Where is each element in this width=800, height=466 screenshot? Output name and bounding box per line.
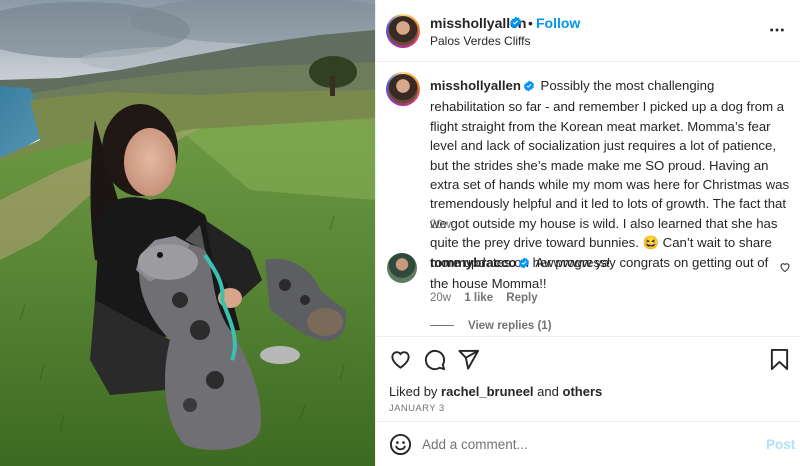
post-header: misshollyallen • Follow Palos Verdes Cli… bbox=[376, 0, 800, 62]
post-caption: misshollyallen Possibly the most challen… bbox=[430, 76, 790, 272]
view-replies-button[interactable]: View replies (1) bbox=[430, 320, 552, 332]
follow-button[interactable]: Follow bbox=[536, 15, 580, 31]
comment-meta: 20w 1 like Reply bbox=[430, 292, 548, 304]
emoji-icon[interactable] bbox=[389, 433, 412, 459]
comment-icon[interactable] bbox=[423, 348, 446, 374]
heart-icon[interactable] bbox=[389, 348, 412, 374]
post-comment-button[interactable]: Post bbox=[766, 437, 795, 452]
comment-input[interactable] bbox=[422, 432, 752, 456]
post-side-panel: misshollyallen • Follow Palos Verdes Cli… bbox=[375, 0, 800, 466]
bookmark-icon[interactable] bbox=[769, 348, 790, 374]
more-options-icon[interactable] bbox=[769, 22, 785, 41]
likes-summary: Liked by rachel_bruneel and others bbox=[389, 384, 602, 399]
caption-username[interactable]: misshollyallen bbox=[430, 78, 521, 93]
author-avatar[interactable] bbox=[386, 14, 420, 48]
verified-badge-icon bbox=[523, 78, 535, 97]
post-photo[interactable] bbox=[0, 0, 375, 466]
comment-heart-icon[interactable] bbox=[779, 260, 791, 276]
commenter-avatar[interactable] bbox=[387, 253, 417, 283]
caption-text: Possibly the most challenging rehabilita… bbox=[430, 78, 790, 270]
share-icon[interactable] bbox=[457, 348, 480, 374]
comment-like-count[interactable]: 1 like bbox=[464, 292, 493, 304]
liked-by-prefix: Liked by bbox=[389, 384, 438, 399]
comment-timestamp[interactable]: 20w bbox=[430, 292, 451, 304]
replies-divider bbox=[430, 325, 454, 327]
location-link[interactable]: Palos Verdes Cliffs bbox=[430, 34, 531, 48]
liked-by-and: and bbox=[537, 384, 559, 399]
post-date[interactable]: JANUARY 3 bbox=[389, 403, 445, 414]
verified-badge-icon bbox=[518, 255, 530, 274]
caption-author-avatar[interactable] bbox=[386, 72, 420, 106]
comment-reply-button[interactable]: Reply bbox=[506, 292, 537, 304]
liked-by-user-link[interactable]: rachel_bruneel bbox=[441, 384, 534, 399]
liked-by-others-link[interactable]: others bbox=[563, 384, 603, 399]
comment-item: tommybracco Awwwww yay congrats on getti… bbox=[430, 253, 770, 294]
view-replies-label: View replies (1) bbox=[468, 320, 552, 332]
separator-dot: • bbox=[528, 15, 533, 31]
caption-timestamp[interactable]: 20w bbox=[430, 219, 451, 231]
verified-badge-icon bbox=[509, 16, 522, 32]
add-comment-bar: Post bbox=[376, 421, 800, 466]
comment-username[interactable]: tommybracco bbox=[430, 255, 516, 270]
